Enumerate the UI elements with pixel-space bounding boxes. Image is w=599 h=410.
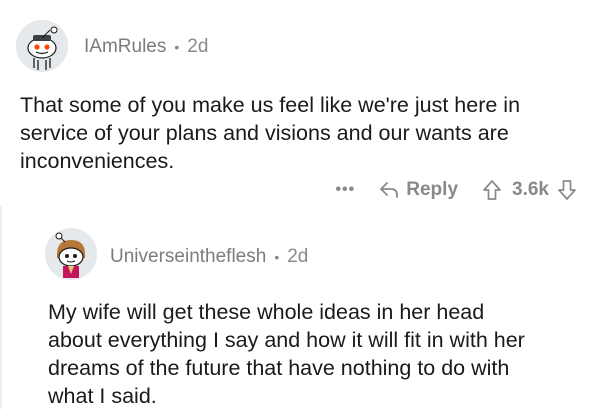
downvote-arrow-icon[interactable]	[557, 179, 577, 201]
upvote-arrow-icon[interactable]	[482, 179, 502, 201]
reply-arrow-icon	[380, 182, 399, 198]
reply-label: Reply	[406, 179, 459, 200]
snoo-avatar-icon	[16, 20, 68, 72]
meta-separator: •	[274, 249, 280, 265]
username[interactable]: IAmRules	[84, 36, 166, 58]
comment-body: My wife will get these whole ideas in he…	[48, 298, 593, 410]
timestamp[interactable]: 2d	[187, 36, 208, 58]
username[interactable]: Universeintheflesh	[110, 246, 266, 268]
thread-line[interactable]	[0, 206, 2, 409]
vote-controls: 3.6k	[482, 179, 577, 201]
more-options-button[interactable]: •••	[335, 181, 355, 199]
comment-body-line: inconveniences.	[20, 149, 175, 173]
comment-body-line: My wife will get these whole ideas in he…	[48, 300, 485, 324]
snoo-avatar-icon	[45, 228, 97, 280]
reply-button[interactable]: Reply	[379, 179, 458, 201]
comment-body: That some of you make us feel like we're…	[20, 91, 590, 175]
user-avatar[interactable]	[45, 228, 97, 280]
comment-meta: Universeintheflesh • 2d	[110, 246, 308, 268]
vote-score: 3.6k	[512, 179, 549, 200]
comment-actions: ••• Reply 3.6k	[335, 176, 577, 204]
comment-body-line: dreams of the future that have nothing t…	[48, 356, 510, 380]
comment-body-line: service of your plans and visions and ou…	[20, 121, 509, 145]
comment-body-line: about everything I say and how it will f…	[48, 328, 525, 352]
meta-separator: •	[174, 39, 180, 55]
user-avatar[interactable]	[16, 20, 68, 72]
comment-meta: IAmRules • 2d	[84, 36, 208, 58]
comment-body-line: what I said.	[48, 384, 157, 408]
timestamp[interactable]: 2d	[287, 246, 308, 268]
comment-body-line: That some of you make us feel like we're…	[20, 93, 521, 117]
